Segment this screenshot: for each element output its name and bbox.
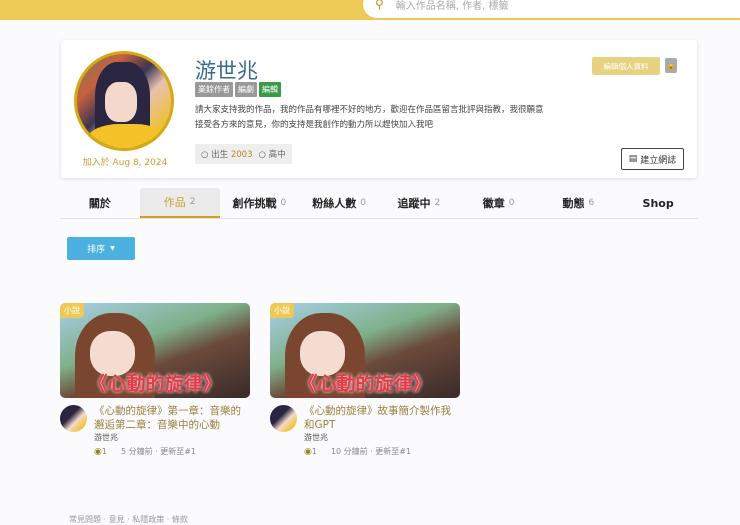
work-title[interactable]: 《心動的旋律》第一章：音樂的邂逅第二章：音樂中的心動	[94, 404, 250, 432]
eye-icon: ◉	[94, 446, 102, 457]
create-blog-button[interactable]: ▤ 建立網誌	[621, 148, 684, 170]
avatar	[74, 51, 174, 151]
type-badge: 小說	[60, 303, 84, 318]
author-avatar[interactable]	[60, 405, 87, 432]
cover-title: 《心動的旋律》	[298, 373, 432, 395]
eye-icon: ◉	[304, 446, 312, 457]
search-placeholder: 輸入作品名稱, 作者, 標籤	[395, 0, 509, 12]
birth-year: 2003	[230, 150, 253, 160]
work-card[interactable]: 《心動的旋律》 小說 《心動的旋律》第一章：音樂的邂逅第二章：音樂中的心動 游世兆…	[60, 303, 250, 457]
tab-works[interactable]: 作品 2	[139, 188, 220, 218]
tab-following[interactable]: 追蹤中 2	[379, 188, 459, 218]
tab-challenges[interactable]: 創作挑戰 0	[220, 188, 300, 218]
calendar-icon: ▤	[628, 154, 638, 164]
update-time: 10 分鐘前 · 更新至#1	[330, 447, 412, 456]
birth-label: 出生	[211, 150, 229, 160]
profile-card: 加入於 Aug 8, 2024 游世兆 業餘作者 編劇 編輯 請大家支持我的作品…	[61, 40, 697, 178]
profile-bio: 請大家支持我的作品，我的作品有哪裡不好的地方，歡迎在作品區留言批評與指教，我很願…	[195, 105, 544, 130]
profile-name: 游世兆	[195, 59, 258, 83]
role-tag: 業餘作者	[195, 82, 233, 97]
tab-followers[interactable]: 粉絲人數 0	[299, 188, 379, 218]
joined-date: 加入於 Aug 8, 2024	[82, 158, 168, 168]
profile-tabs: 關於 作品 2 創作挑戰 0 粉絲人數 0 追蹤中 2 徽章 0 動態 6 Shop	[60, 188, 698, 219]
sort-dropdown[interactable]: 排序 ▼	[67, 237, 135, 260]
type-badge: 小說	[270, 303, 294, 318]
profile-meta: ○ 出生 2003 ○ 高中	[195, 144, 292, 164]
work-cover[interactable]: 《心動的旋律》 小說	[270, 303, 460, 398]
search-input[interactable]: ⚲ 輸入作品名稱, 作者, 標籤	[363, 0, 740, 18]
work-stats: ◉1 10 分鐘前 · 更新至#1	[304, 446, 412, 457]
cover-title: 《心動的旋律》	[88, 373, 222, 395]
tab-shop[interactable]: Shop	[618, 188, 698, 218]
footer-links[interactable]: 常見問題 · 意見 · 私隱政策 · 條款	[69, 514, 188, 525]
edit-profile-button[interactable]: 編輯個人資料	[592, 57, 660, 75]
author-avatar[interactable]	[270, 405, 297, 432]
work-author[interactable]: 游世兆	[304, 432, 328, 443]
sort-label: 排序	[87, 245, 106, 255]
work-card[interactable]: 《心動的旋律》 小說 《心動的旋律》故事簡介製作我和GPT 游世兆 ◉1 10 分鐘…	[270, 303, 460, 457]
role-tags: 業餘作者 編劇 編輯	[195, 82, 281, 97]
update-time: 5 分鐘前 · 更新至#1	[120, 447, 197, 456]
school: 高中	[268, 150, 286, 160]
tab-badges[interactable]: 徽章 0	[459, 188, 539, 218]
work-author[interactable]: 游世兆	[94, 432, 118, 443]
lock-icon[interactable]: 🔒	[665, 58, 677, 73]
create-blog-label: 建立網誌	[640, 155, 677, 166]
tab-activity[interactable]: 動態 6	[539, 188, 619, 218]
role-tag: 編輯	[259, 82, 281, 97]
search-icon: ⚲	[375, 0, 384, 11]
work-stats: ◉1 5 分鐘前 · 更新至#1	[94, 446, 197, 457]
role-tag: 編劇	[235, 82, 257, 97]
tab-about[interactable]: 關於	[60, 188, 140, 218]
caret-down-icon: ▼	[110, 245, 115, 252]
work-cover[interactable]: 《心動的旋律》 小說	[60, 303, 250, 398]
work-title[interactable]: 《心動的旋律》故事簡介製作我和GPT	[304, 404, 460, 432]
